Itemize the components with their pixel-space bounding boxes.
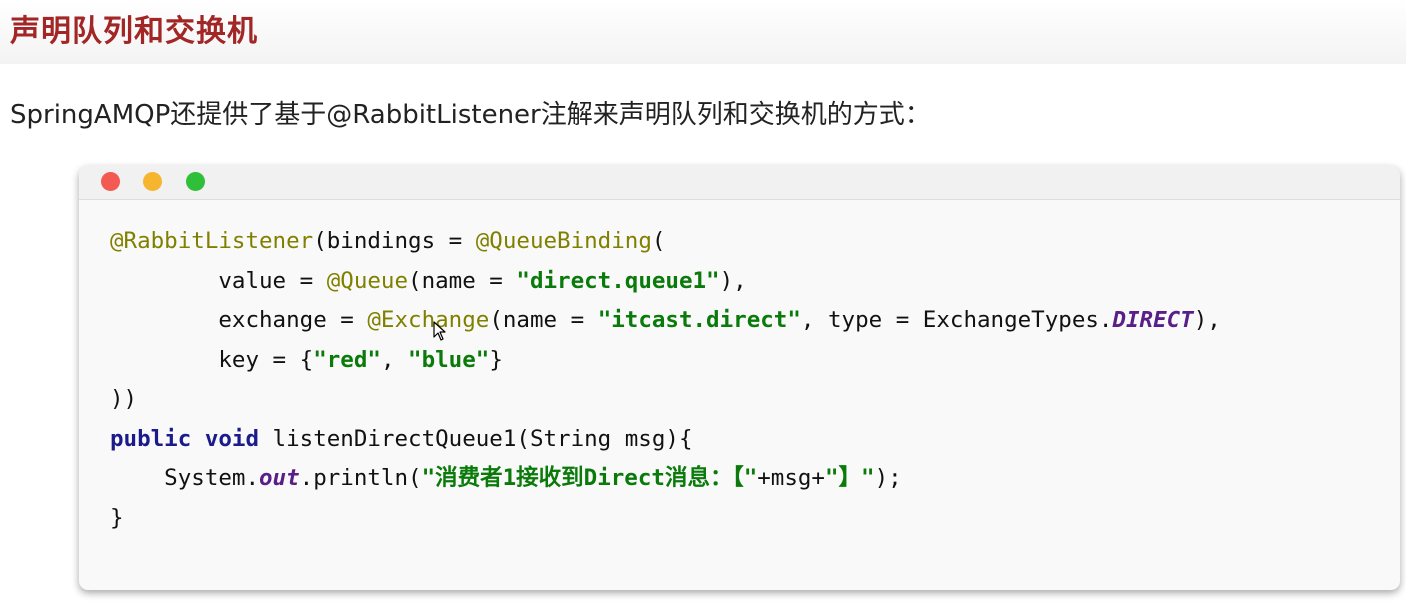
code-text: +msg+ [757,465,825,491]
code-window-titlebar [79,166,1400,200]
code-text: value = [110,267,327,294]
minimize-window-button[interactable] [143,172,162,191]
code-line-6: public void listenDirectQueue1(String ms… [110,426,693,452]
code-block: @RabbitListener(bindings = @QueueBinding… [110,222,1221,538]
code-line-3: exchange = @Exchange(name = "itcast.dire… [110,307,1221,333]
code-text: (name = [489,307,598,333]
code-text: key = { [110,346,314,373]
code-text: ); [874,465,902,491]
annotation-exchange: @Exchange [367,307,490,333]
code-text: ( [651,228,666,254]
string-message-suffix: "】" [824,465,875,491]
code-line-7: System.out.println("消费者1接收到Direct消息：【"+m… [110,465,902,491]
code-line-5: )) [110,386,138,412]
code-text: } [489,346,503,373]
static-field-out: out [259,465,300,491]
code-text: System. [110,465,260,491]
string-message-prefix: "消费者1接收到Direct消息：【" [421,465,758,491]
code-line-8: } [110,504,124,531]
close-window-button[interactable] [101,172,120,191]
code-text: ), [719,267,747,294]
code-text: , type = ExchangeTypes. [800,307,1113,333]
annotation-rabbitlistener: @RabbitListener [110,228,314,254]
string-queue-name: "direct.queue1" [516,267,720,294]
keyword-public: public [110,425,192,452]
mouse-cursor-icon [433,321,446,341]
code-line-1: @RabbitListener(bindings = @QueueBinding… [110,228,665,254]
code-text: (bindings = [313,228,476,254]
constant-direct: DIRECT [1112,307,1194,333]
code-text: exchange = [110,307,368,333]
code-text: .println( [299,465,422,491]
keyword-void: void [204,425,260,452]
zoom-window-button[interactable] [186,172,205,191]
code-window: @RabbitListener(bindings = @QueueBinding… [79,166,1400,590]
intro-text: SpringAMQP还提供了基于@RabbitListener注解来声明队列和交… [10,100,931,130]
code-line-2: value = @Queue(name = "direct.queue1"), [110,267,747,294]
string-key-blue: "blue" [408,346,490,373]
code-text: listenDirectQueue1(String msg){ [259,425,693,452]
annotation-queuebinding: @QueueBinding [475,228,652,254]
code-text: , [380,346,409,373]
string-exchange-name: "itcast.direct" [597,307,801,333]
string-key-red: "red" [313,346,381,373]
annotation-queue: @Queue [326,267,409,294]
code-line-4: key = {"red", "blue"} [110,347,503,373]
code-text: (name = [408,267,517,294]
code-text: ), [1193,307,1221,333]
page-title: 声明队列和交换机 [10,14,258,49]
